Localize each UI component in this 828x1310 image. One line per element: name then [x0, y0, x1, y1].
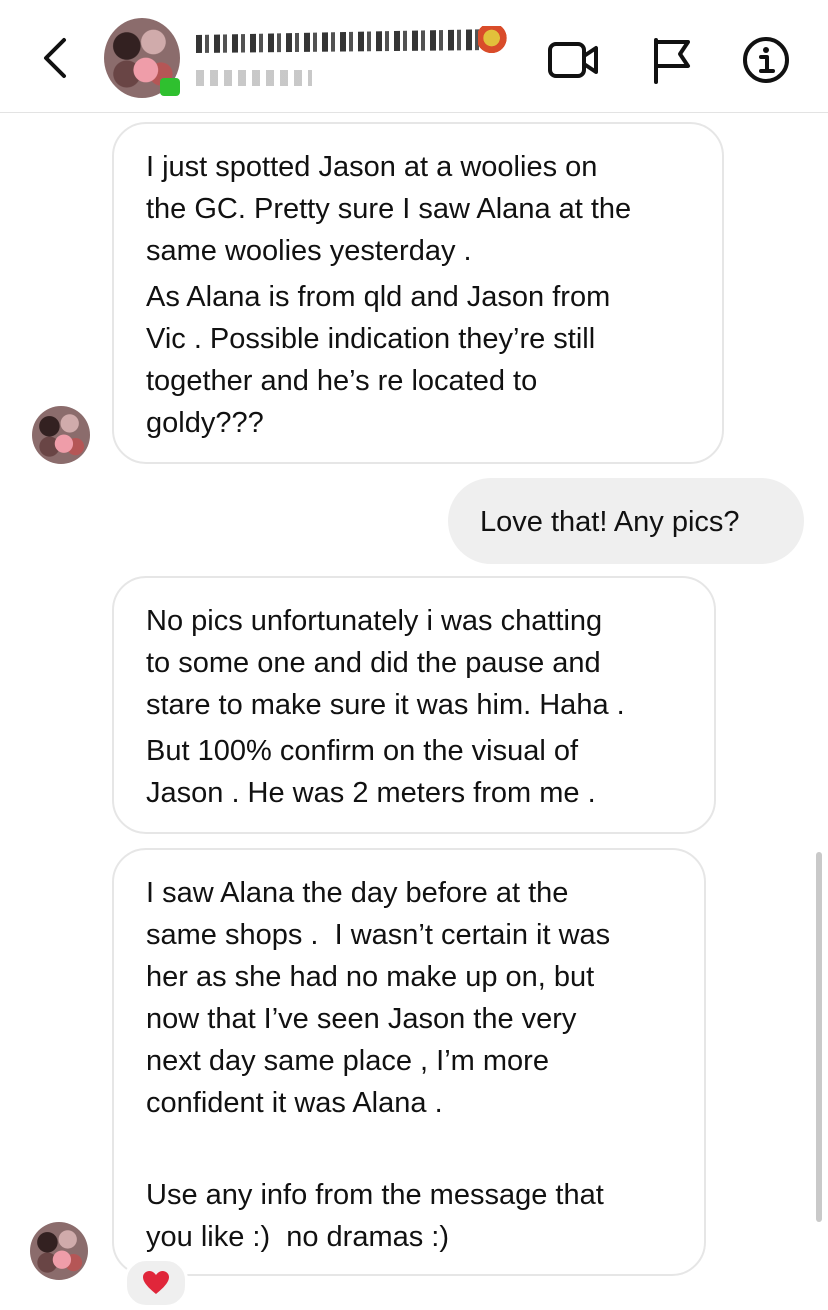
info-icon[interactable]	[742, 36, 790, 84]
message-text: I saw Alana the day before at the same s…	[146, 877, 611, 1119]
flag-icon[interactable]	[650, 36, 694, 84]
scrollbar[interactable]	[816, 852, 822, 1222]
message-text: As Alana is from qld and Jason from Vic …	[146, 281, 611, 439]
message-text: I just spotted Jason at a woolies on the…	[146, 151, 632, 267]
video-call-icon[interactable]	[546, 38, 602, 82]
heart-reaction-badge[interactable]	[124, 1258, 188, 1308]
message-text: Love that! Any pics?	[480, 506, 740, 538]
message-text: No pics unfortunately i was chatting to …	[146, 605, 625, 721]
contact-name-obscured[interactable]	[196, 29, 496, 53]
chat-header	[0, 0, 828, 113]
received-message-bubble[interactable]: I just spotted Jason at a woolies on the…	[112, 122, 724, 464]
sender-avatar[interactable]	[32, 406, 90, 464]
heart-icon	[143, 1271, 169, 1294]
sent-message-bubble[interactable]: Love that! Any pics?	[448, 478, 804, 564]
online-status-dot	[160, 78, 180, 96]
contact-status-obscured	[196, 70, 312, 86]
sender-avatar[interactable]	[30, 1222, 88, 1280]
received-message-bubble[interactable]: I saw Alana the day before at the same s…	[112, 848, 706, 1276]
message-text: But 100% confirm on the visual of Jason …	[146, 735, 596, 809]
contact-name-emoji-obscured	[478, 26, 512, 56]
back-chevron-icon[interactable]	[36, 36, 76, 80]
received-message-bubble[interactable]: No pics unfortunately i was chatting to …	[112, 576, 716, 834]
message-text: Use any info from the message that you l…	[146, 1179, 604, 1253]
